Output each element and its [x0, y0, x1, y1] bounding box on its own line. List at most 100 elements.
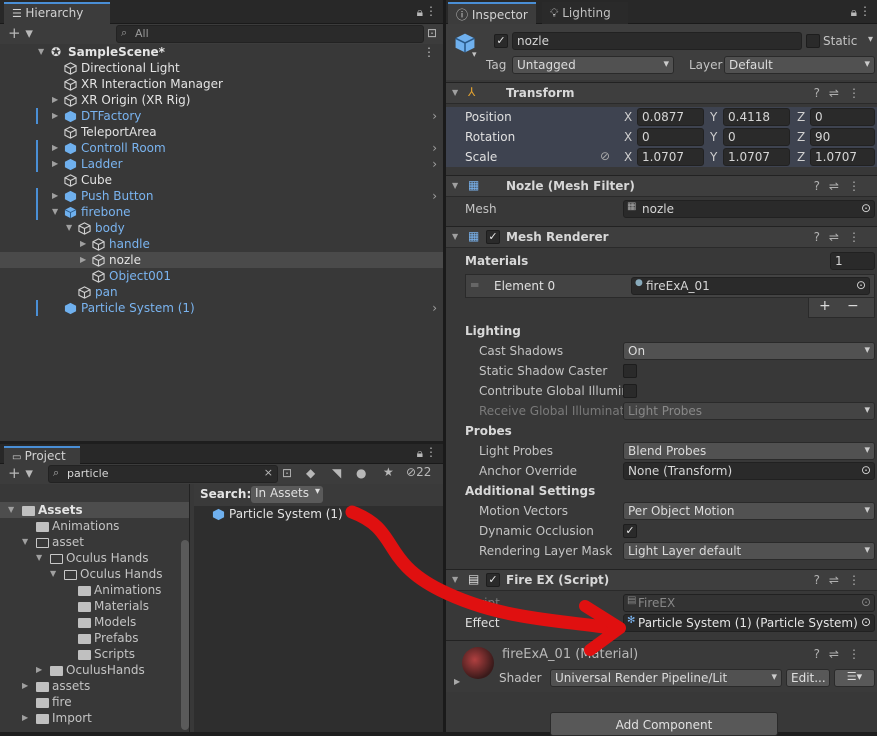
folder-item[interactable]: ▼ Oculus Hands — [0, 566, 189, 582]
element-0-material-field[interactable]: ● fireExA_01 ⊙ — [631, 277, 870, 295]
chevron-down-icon[interactable]: ▼ — [22, 534, 28, 550]
material-actions-icons[interactable]: ?⇌⋮ — [814, 647, 869, 661]
hierarchy-item[interactable]: ▼ firebone — [0, 204, 443, 220]
hierarchy-item[interactable]: Cube — [0, 172, 443, 188]
more-icon[interactable]: ⋮ — [425, 4, 437, 18]
tab-hierarchy[interactable]: ☰ Hierarchy — [4, 2, 110, 24]
static-checkbox[interactable] — [806, 34, 820, 48]
log-types-icon[interactable]: ● — [356, 466, 366, 480]
light-probes-dropdown[interactable]: Blend Probes — [623, 442, 875, 460]
chevron-right-icon[interactable]: ▶ — [22, 678, 28, 694]
more-icon[interactable]: ⋮ — [425, 445, 437, 459]
hierarchy-item[interactable]: ▶ handle — [0, 236, 443, 252]
scene-menu-icon[interactable]: ⋮ — [423, 44, 435, 60]
chevron-down-icon[interactable]: ▼ — [452, 181, 458, 190]
chevron-right-icon[interactable]: ▶ — [52, 156, 58, 172]
chevron-down-icon[interactable]: ▼ — [8, 502, 14, 518]
project-search-input[interactable]: ⌕ particle × — [48, 465, 278, 483]
rotation-z-input[interactable]: 90 — [810, 128, 875, 146]
position-y-input[interactable]: 0.4118 — [723, 108, 790, 126]
layer-dropdown[interactable]: Default — [724, 56, 875, 74]
chevron-down-icon[interactable]: ▾ — [472, 50, 477, 60]
hierarchy-item[interactable]: ▶ Push Button › — [0, 188, 443, 204]
position-x-input[interactable]: 0.0877 — [637, 108, 704, 126]
component-actions-icons[interactable]: ?⇌⋮ — [814, 86, 869, 100]
search-result-item[interactable]: Particle System (1) — [194, 506, 443, 522]
object-picker-icon[interactable]: ⊙ — [861, 463, 871, 477]
rotation-y-input[interactable]: 0 — [723, 128, 790, 146]
clear-search-icon[interactable]: × — [264, 466, 273, 479]
add-button[interactable]: + ▾ — [8, 24, 33, 42]
tab-inspector[interactable]: ⓘ Inspector — [448, 2, 536, 24]
more-icon[interactable]: ⋮ — [859, 4, 871, 18]
probes-section-label[interactable]: Probes — [465, 424, 512, 438]
position-z-input[interactable]: 0 — [810, 108, 875, 126]
create-button[interactable]: + ▾ — [8, 464, 33, 482]
hierarchy-item[interactable]: ▶ DTFactory › — [0, 108, 443, 124]
chevron-right-icon[interactable]: ▶ — [52, 108, 58, 124]
effect-object-field[interactable]: ✻ Particle System (1) (Particle System) … — [623, 614, 875, 632]
mesh-filter-header[interactable]: ▼ ▦ Nozle (Mesh Filter) ?⇌⋮ — [446, 175, 877, 197]
object-picker-icon[interactable]: ⊙ — [856, 278, 866, 292]
add-element-button[interactable]: + — [819, 298, 831, 314]
folder-item[interactable]: Prefabs — [0, 630, 189, 646]
folder-item[interactable]: Materials — [0, 598, 189, 614]
chevron-down-icon[interactable]: ▼ — [452, 88, 458, 97]
transform-header[interactable]: ▼ ⅄ Transform ?⇌⋮ — [446, 82, 877, 104]
folder-item[interactable]: ▼ asset — [0, 534, 189, 550]
chevron-right-icon[interactable]: ▶ — [52, 140, 58, 156]
hierarchy-item[interactable]: XR Interaction Manager — [0, 76, 443, 92]
hierarchy-item[interactable]: Particle System (1) › — [0, 300, 443, 316]
hierarchy-item[interactable]: ▶ Ladder › — [0, 156, 443, 172]
hierarchy-search-input[interactable]: ⌕ All — [116, 25, 424, 43]
chevron-right-icon[interactable]: ▶ — [52, 92, 58, 108]
favorite-star-icon[interactable]: ★ — [383, 465, 394, 479]
panel-divider[interactable] — [443, 0, 446, 732]
hidden-packages-icon[interactable]: ⊘22 — [406, 465, 431, 479]
tab-lighting[interactable]: 💡︎ Lighting — [542, 2, 628, 24]
chevron-right-icon[interactable]: › — [432, 300, 437, 316]
chevron-right-icon[interactable]: › — [432, 156, 437, 172]
hierarchy-item[interactable]: TeleportArea — [0, 124, 443, 140]
object-picker-icon[interactable]: ⊙ — [861, 615, 871, 629]
chevron-down-icon[interactable]: ▼ — [36, 550, 42, 566]
lock-icon[interactable]: 🔒︎ — [417, 5, 423, 20]
materials-count-input[interactable]: 1 — [830, 252, 875, 270]
chevron-down-icon[interactable]: ▼ — [452, 232, 458, 241]
mesh-renderer-enabled-checkbox[interactable]: ✓ — [486, 230, 500, 244]
contribute-gi-checkbox[interactable] — [623, 384, 637, 398]
motion-vectors-dropdown[interactable]: Per Object Motion — [623, 502, 875, 520]
filter-by-label-icon[interactable]: ◥ — [332, 466, 341, 480]
hierarchy-item[interactable]: ▶ XR Origin (XR Rig) — [0, 92, 443, 108]
drag-handle-icon[interactable]: ═ — [471, 278, 478, 292]
search-scope-button[interactable]: In Assets ▾ — [251, 486, 324, 503]
add-component-button[interactable]: Add Component — [550, 712, 778, 736]
folder-item[interactable]: Animations — [0, 582, 189, 598]
edit-shader-button[interactable]: Edit... — [786, 669, 830, 687]
chevron-down-icon[interactable]: ▼ — [452, 575, 458, 584]
hierarchy-item-selected[interactable]: ▶ nozle — [0, 252, 443, 268]
chevron-right-icon[interactable]: ▶ — [52, 188, 58, 204]
tag-dropdown[interactable]: Untagged — [512, 56, 674, 74]
folder-item[interactable]: ▶ OculusHands — [0, 662, 189, 678]
chevron-right-icon[interactable]: ▶ — [36, 662, 42, 678]
tab-project[interactable]: ▭ Project — [4, 446, 80, 464]
search-by-type-icon[interactable]: ⊡ — [282, 466, 292, 480]
rotation-x-input[interactable]: 0 — [637, 128, 704, 146]
additional-settings-label[interactable]: Additional Settings — [465, 484, 595, 498]
folder-item[interactable]: Animations — [0, 518, 189, 534]
chevron-right-icon[interactable]: ▶ — [22, 710, 28, 726]
mesh-object-field[interactable]: ▦ nozle ⊙ — [623, 200, 875, 218]
chevron-right-icon[interactable]: › — [432, 188, 437, 204]
rendering-layer-mask-dropdown[interactable]: Light Layer default — [623, 542, 875, 560]
folder-item[interactable]: ▼ Oculus Hands — [0, 550, 189, 566]
lighting-section-label[interactable]: Lighting — [465, 324, 521, 338]
script-enabled-checkbox[interactable]: ✓ — [486, 573, 500, 587]
lock-icon[interactable]: 🔒︎ — [417, 446, 423, 461]
static-dropdown-icon[interactable]: ▾ — [868, 34, 873, 45]
cast-shadows-dropdown[interactable]: On — [623, 342, 875, 360]
object-picker-icon[interactable]: ⊙ — [861, 201, 871, 215]
folder-item-assets[interactable]: ▼ Assets — [0, 502, 189, 518]
chevron-right-icon[interactable]: › — [432, 108, 437, 124]
link-scale-icon[interactable]: ⊘ — [600, 149, 610, 163]
